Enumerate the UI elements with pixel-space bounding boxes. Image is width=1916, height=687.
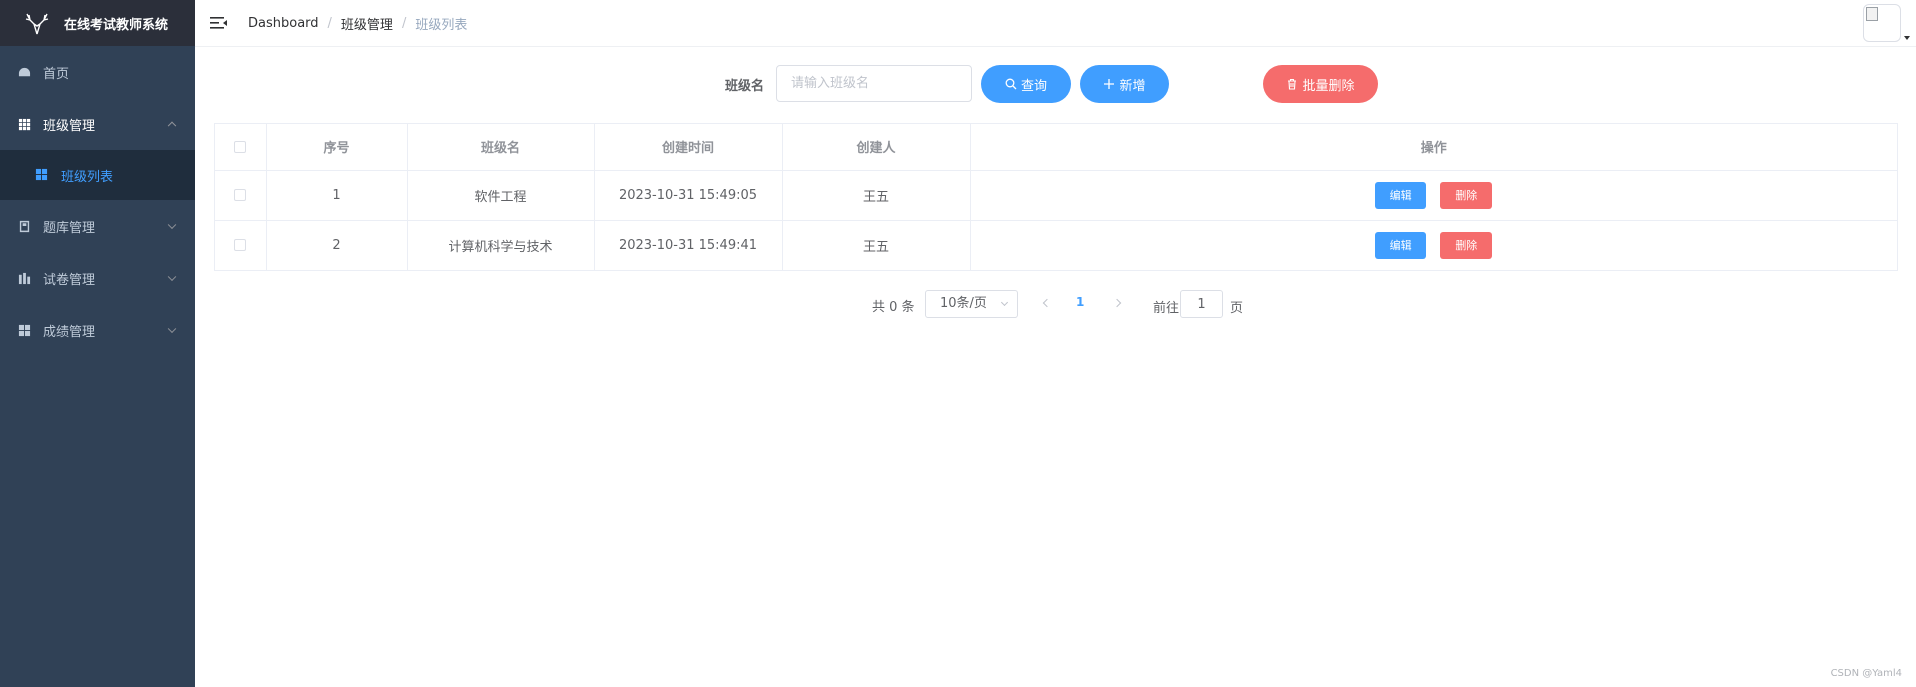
cell-index: 2 (266, 220, 408, 270)
book-icon (17, 219, 31, 233)
breadcrumb-separator: / (327, 15, 332, 31)
cell-actions: 编辑 删除 (970, 220, 1897, 270)
sidebar-item-label: 题库管理 (43, 220, 96, 236)
caret-down-icon[interactable] (1904, 36, 1910, 40)
sidebar-item-label: 班级管理 (43, 118, 96, 134)
add-button-label: 新增 (1119, 78, 1146, 94)
watermark: CSDN @Yaml4 (1830, 668, 1902, 679)
goto-page-input[interactable] (1180, 290, 1223, 318)
sidebar-item-label: 成绩管理 (43, 324, 96, 340)
chart-icon (17, 271, 31, 285)
prev-page-icon[interactable] (1042, 298, 1052, 308)
goto-label: 前往 (1153, 301, 1180, 316)
batch-delete-button[interactable]: 批量删除 (1263, 65, 1378, 103)
select-all-cell (215, 124, 267, 171)
breadcrumb-item-class-list: 班级列表 (415, 17, 468, 33)
navbar: Dashboard / 班级管理 / 班级列表 (195, 0, 1916, 47)
edit-button[interactable]: 编辑 (1375, 181, 1427, 209)
sidebar-item-class-list[interactable]: 班级列表 (0, 150, 195, 200)
sidebar-item-label: 班级列表 (61, 169, 114, 185)
trash-icon (1288, 78, 1297, 90)
sidebar-item-label: 首页 (43, 66, 70, 82)
query-button[interactable]: 查询 (981, 65, 1071, 103)
sidebar-item-score[interactable]: 成绩管理 (0, 304, 195, 356)
submenu-class-management: 班级列表 (0, 150, 195, 200)
pagination-total: 共 0 条 (872, 300, 915, 315)
chevron-down-icon (167, 220, 177, 230)
cell-class-name: 计算机科学与技术 (407, 220, 595, 270)
page-size-select[interactable]: 10条/页 (925, 290, 1018, 318)
apps-icon (35, 168, 49, 182)
app-title: 在线考试教师系统 (64, 17, 169, 33)
add-button[interactable]: 新增 (1080, 65, 1169, 103)
sidebar: 在线考试教师系统 首页 班级管理 班级列表 题库管理 试卷管理 成绩管理 (0, 0, 195, 687)
deer-logo-icon (25, 13, 49, 35)
pagination: 共 0 条 10条/页 1 前往 页 (195, 290, 1916, 318)
main-content: Dashboard / 班级管理 / 班级列表 班级名 查询 新增 (195, 0, 1916, 687)
query-button-label: 查询 (1020, 78, 1047, 94)
cell-created-at: 2023-10-31 15:49:05 (594, 170, 783, 221)
grid-icon (17, 117, 31, 131)
chevron-down-icon (1000, 298, 1009, 307)
chevron-up-icon (167, 121, 177, 131)
class-name-label: 班级名 (725, 79, 765, 94)
cell-class-name: 软件工程 (407, 170, 595, 221)
breadcrumb-separator: / (401, 15, 407, 31)
sidebar-item-question-bank[interactable]: 题库管理 (0, 200, 195, 252)
hamburger-icon[interactable] (210, 15, 228, 31)
breadcrumb: Dashboard / 班级管理 / 班级列表 (248, 14, 467, 33)
sidebar-item-label: 试卷管理 (43, 272, 96, 288)
class-name-input[interactable] (776, 65, 972, 102)
row-checkbox[interactable] (234, 189, 247, 201)
plus-icon (1104, 79, 1115, 89)
column-header-index: 序号 (266, 124, 408, 171)
select-all-checkbox[interactable] (234, 140, 247, 153)
row-select-cell (215, 170, 267, 221)
table-row: 1 软件工程 2023-10-31 15:49:05 王五 编辑 删除 (215, 170, 1897, 221)
page-number-current[interactable]: 1 (1076, 295, 1084, 309)
table-header-row: 序号 班级名 创建时间 创建人 操作 (215, 124, 1897, 171)
logo[interactable]: 在线考试教师系统 (0, 0, 195, 46)
class-table: 序号 班级名 创建时间 创建人 操作 1 软件工程 2023-10-31 15:… (214, 123, 1898, 271)
batch-delete-button-label: 批量删除 (1302, 78, 1355, 94)
row-checkbox[interactable] (234, 239, 247, 252)
cell-actions: 编辑 删除 (970, 170, 1897, 221)
cell-creator: 王五 (782, 220, 971, 270)
edit-button[interactable]: 编辑 (1375, 231, 1427, 259)
column-header-actions: 操作 (970, 124, 1897, 171)
delete-button[interactable]: 删除 (1440, 181, 1493, 209)
column-header-creator: 创建人 (782, 124, 971, 171)
delete-button[interactable]: 删除 (1440, 231, 1493, 259)
table-row: 2 计算机科学与技术 2023-10-31 15:49:41 王五 编辑 删除 (215, 220, 1897, 270)
sidebar-item-exam-paper[interactable]: 试卷管理 (0, 252, 195, 304)
breadcrumb-item-dashboard[interactable]: Dashboard (248, 16, 319, 31)
page-size-value: 10条/页 (940, 296, 987, 311)
app-root: 在线考试教师系统 首页 班级管理 班级列表 题库管理 试卷管理 成绩管理 Das… (0, 0, 1916, 687)
column-header-created-at: 创建时间 (594, 124, 783, 171)
chevron-down-icon (167, 272, 177, 282)
dashboard-icon (17, 65, 31, 79)
apps-icon (17, 323, 31, 337)
search-bar: 班级名 查询 新增 批量删除 (195, 65, 1916, 103)
sidebar-item-home[interactable]: 首页 (0, 46, 195, 98)
avatar[interactable] (1863, 4, 1901, 42)
user-menu[interactable] (1863, 4, 1910, 42)
row-select-cell (215, 220, 267, 270)
sidebar-item-class-management[interactable]: 班级管理 (0, 98, 195, 150)
page-suffix-label: 页 (1230, 301, 1244, 316)
next-page-icon[interactable] (1112, 298, 1122, 308)
cell-creator: 王五 (782, 170, 971, 221)
breadcrumb-item-class-management[interactable]: 班级管理 (341, 14, 393, 33)
column-header-class-name: 班级名 (407, 124, 595, 171)
chevron-down-icon (167, 324, 177, 334)
cell-index: 1 (266, 170, 408, 221)
cell-created-at: 2023-10-31 15:49:41 (594, 220, 783, 270)
search-icon (1005, 78, 1017, 90)
